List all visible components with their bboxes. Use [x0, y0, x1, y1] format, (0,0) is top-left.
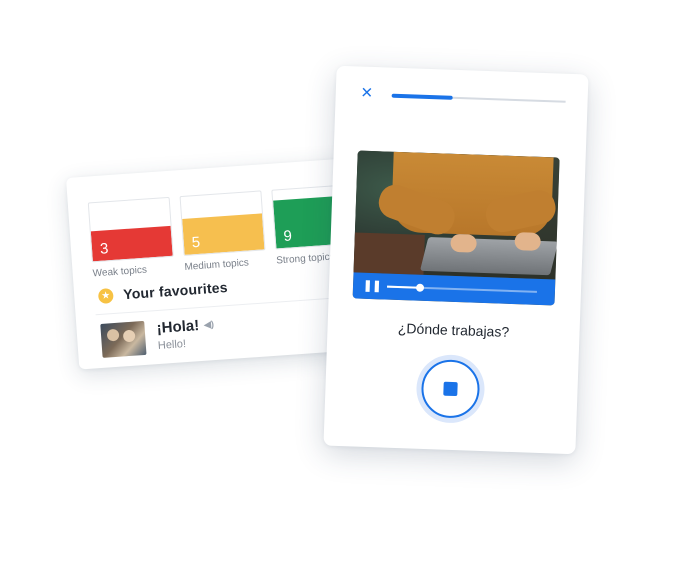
lesson-progress-fill	[391, 93, 453, 100]
record-stop-button[interactable]	[420, 358, 481, 419]
topic-weak-count: 3	[99, 240, 109, 258]
video-hand-right	[514, 232, 541, 251]
video-scrubber-knob[interactable]	[415, 283, 425, 292]
video-hand-left	[450, 233, 477, 253]
phrase-main: ¡Hola! ◀)	[156, 316, 214, 337]
topic-weak-label: Weak topics	[92, 264, 148, 280]
speaker-icon[interactable]: ◀)	[204, 319, 215, 331]
video-frame	[353, 150, 560, 280]
topic-strong-count: 9	[283, 227, 293, 245]
video-scrubber[interactable]	[386, 283, 537, 293]
video-desk	[353, 232, 425, 275]
star-icon: ★	[97, 287, 114, 304]
topics-row: 3 Weak topics 5 Medium topics 9 Strong t…	[87, 183, 359, 280]
pause-icon[interactable]: ❚❚	[363, 279, 382, 293]
phrase-thumbnail	[100, 320, 147, 358]
favourites-header: ★ Your favourites	[97, 279, 229, 304]
topic-medium[interactable]: 5 Medium topics	[179, 190, 267, 273]
phrase-translation: Hello!	[157, 338, 187, 352]
topic-medium-box: 5	[179, 190, 266, 256]
topic-medium-label: Medium topics	[184, 257, 250, 273]
app-stage: 3 Weak topics 5 Medium topics 9 Strong t…	[0, 0, 694, 576]
lesson-progress-track	[391, 93, 566, 103]
topic-medium-count: 5	[191, 233, 201, 252]
phrase-text: ¡Hola! ◀) Hello!	[156, 316, 216, 354]
question-text: ¿Dónde trabajas?	[397, 320, 510, 340]
lesson-card: ✕ ❚❚ ¿Dónde trabajas?	[323, 65, 589, 455]
topic-weak[interactable]: 3 Weak topics	[87, 196, 175, 280]
topic-weak-box: 3	[87, 196, 174, 263]
phrase-spanish: ¡Hola!	[156, 317, 200, 338]
favourite-phrase-item[interactable]: ¡Hola! ◀) Hello!	[100, 316, 216, 358]
stop-icon	[443, 381, 458, 397]
close-icon[interactable]: ✕	[360, 85, 374, 102]
favourites-title: Your favourites	[122, 279, 229, 303]
video-player[interactable]: ❚❚	[352, 150, 560, 306]
